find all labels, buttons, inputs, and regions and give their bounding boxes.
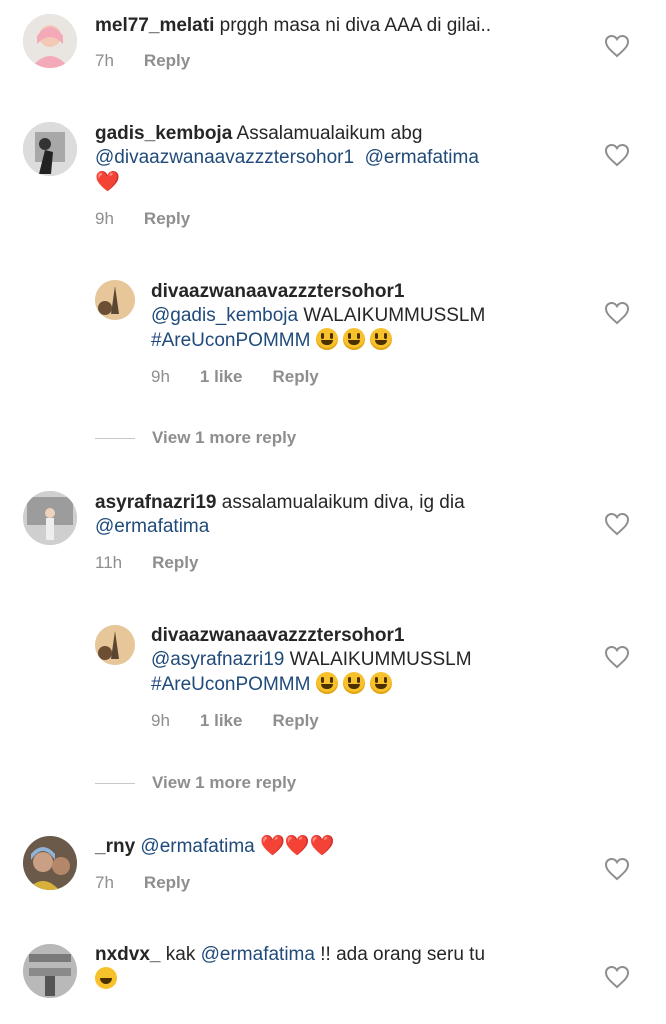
reply-text: WALAIKUMMUSSLM <box>303 305 486 326</box>
comment-body: mel77_melati prggh masa ni diva AAA di g… <box>95 14 595 38</box>
timestamp: 9h <box>95 209 114 228</box>
reply-button[interactable]: Reply <box>272 711 318 731</box>
avatar[interactable] <box>95 625 135 665</box>
avatar[interactable] <box>23 14 77 68</box>
comment-meta: 7h Reply <box>95 51 190 71</box>
avatar[interactable] <box>23 836 77 890</box>
mention-link[interactable]: @asyrafnazri19 <box>151 649 284 670</box>
view-more-replies[interactable]: View 1 more reply <box>95 773 296 793</box>
divider <box>95 437 135 439</box>
heart-icon[interactable] <box>604 857 630 881</box>
timestamp: 9h <box>151 711 170 730</box>
smile-emoji <box>315 672 338 694</box>
heart-icon[interactable] <box>604 34 630 58</box>
mention-link[interactable]: @ermafatima <box>140 836 254 857</box>
view-more-label: View 1 more reply <box>152 773 297 792</box>
reply-button[interactable]: Reply <box>144 873 190 893</box>
divider <box>95 782 135 784</box>
timestamp: 11h <box>95 553 123 572</box>
reply-body: divaazwanaavazzztersohor1 @asyrafnazri19… <box>151 624 591 697</box>
heart-emojis: ❤️❤️❤️ <box>260 835 335 857</box>
heart-icon[interactable] <box>604 143 630 167</box>
comment-body: asyrafnazri19 assalamualaikum diva, ig d… <box>95 491 595 539</box>
hashtag-link[interactable]: #AreUconPOMMM <box>151 330 310 351</box>
avatar[interactable] <box>23 944 77 998</box>
likes-count[interactable]: 1 like <box>200 367 243 387</box>
heart-icon[interactable] <box>604 301 630 325</box>
reply-body: divaazwanaavazzztersohor1 @gadis_kemboja… <box>151 280 591 353</box>
username[interactable]: divaazwanaavazzztersohor1 <box>151 625 404 646</box>
comment-text: assalamualaikum diva, ig dia <box>221 492 465 513</box>
heart-icon[interactable] <box>604 512 630 536</box>
comment-body: _rny @ermafatima ❤️❤️❤️ <box>95 834 595 859</box>
comment-meta: 11h Reply <box>95 553 198 573</box>
avatar[interactable] <box>95 280 135 320</box>
view-more-label: View 1 more reply <box>152 428 297 447</box>
reply-meta: 9h 1 like Reply <box>151 711 319 731</box>
timestamp: 7h <box>95 873 114 892</box>
reply-button[interactable]: Reply <box>272 367 318 387</box>
mention-link[interactable]: @gadis_kemboja <box>151 305 298 326</box>
avatar[interactable] <box>23 491 77 545</box>
timestamp: 7h <box>95 51 114 70</box>
reply-meta: 9h 1 like Reply <box>151 367 319 387</box>
avatar[interactable] <box>23 122 77 176</box>
smile-emoji <box>342 328 365 350</box>
username[interactable]: asyrafnazri19 <box>95 492 216 513</box>
likes-count[interactable]: 1 like <box>200 711 243 731</box>
smile-emoji <box>369 328 392 350</box>
mention-link[interactable]: @divaazwanaavazzztersohor1 <box>95 147 354 168</box>
reply-button[interactable]: Reply <box>144 51 190 71</box>
username[interactable]: _rny <box>95 836 135 857</box>
timestamp: 9h <box>151 367 170 386</box>
comment-meta: 7h Reply <box>95 873 190 893</box>
reply-button[interactable]: Reply <box>144 209 190 229</box>
comment-body: gadis_kemboja Assalamualaikum abg @divaa… <box>95 122 595 195</box>
mention-link[interactable]: @ermafatima <box>95 516 209 537</box>
username[interactable]: divaazwanaavazzztersohor1 <box>151 281 404 302</box>
comment-text: Assalamualaikum abg <box>236 123 423 144</box>
smile-emoji <box>342 672 365 694</box>
smile-emoji <box>315 328 338 350</box>
heart-emoji: ❤️ <box>95 171 120 193</box>
heart-icon[interactable] <box>604 645 630 669</box>
comment-text: kak <box>165 944 196 965</box>
comment-text: prggh masa ni diva AAA di gilai.. <box>219 15 492 36</box>
hashtag-link[interactable]: #AreUconPOMMM <box>151 674 310 695</box>
comment-body: nxdvx_ kak @ermafatima !! ada orang seru… <box>95 943 595 992</box>
heart-icon[interactable] <box>604 965 630 989</box>
mention-link[interactable]: @ermafatima <box>365 147 479 168</box>
view-more-replies[interactable]: View 1 more reply <box>95 428 296 448</box>
username[interactable]: gadis_kemboja <box>95 123 232 144</box>
username[interactable]: mel77_melati <box>95 15 214 36</box>
laughing-emoji <box>95 967 117 989</box>
comment-meta: 9h Reply <box>95 209 190 229</box>
username[interactable]: nxdvx_ <box>95 944 160 965</box>
smile-emoji <box>369 672 392 694</box>
mention-link[interactable]: @ermafatima <box>201 944 315 965</box>
reply-button[interactable]: Reply <box>152 553 198 573</box>
comment-text: !! ada orang seru tu <box>320 944 486 965</box>
reply-text: WALAIKUMMUSSLM <box>289 649 472 670</box>
